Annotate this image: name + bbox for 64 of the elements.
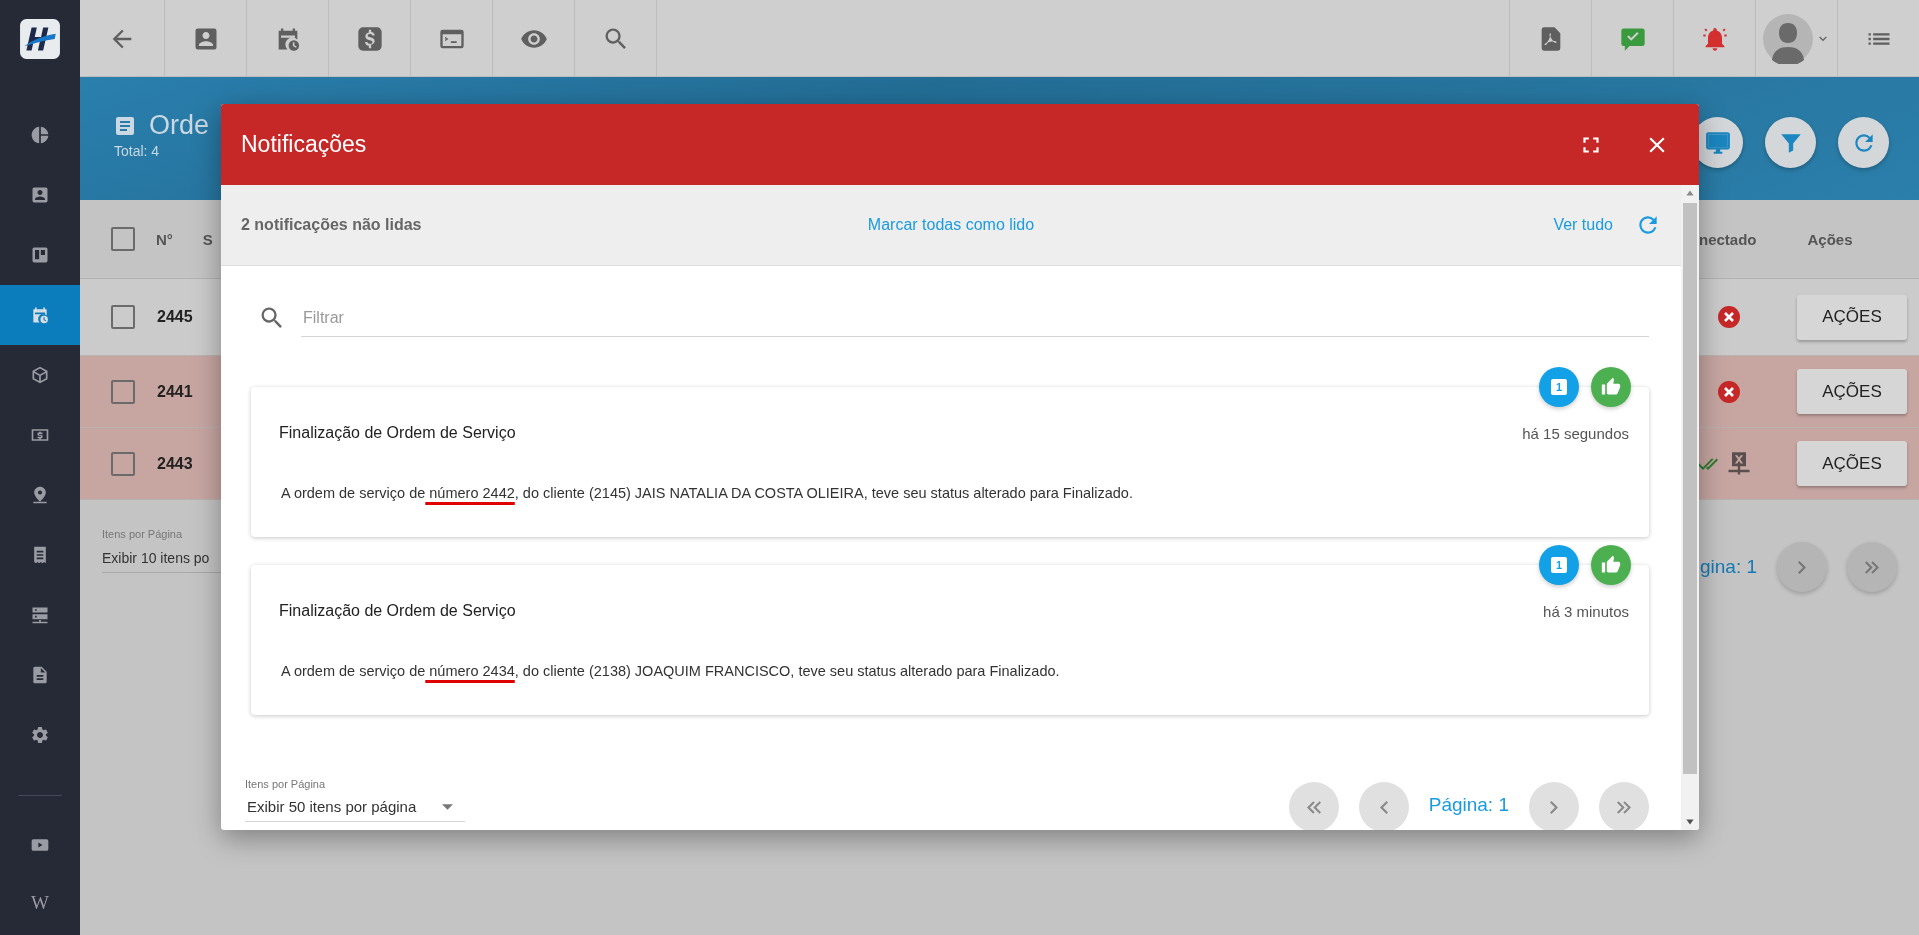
thumbs-up-icon <box>1601 377 1621 397</box>
per-page-select[interactable]: Exibir 50 itens por página <box>245 798 465 822</box>
last-page-button[interactable] <box>1599 782 1649 830</box>
unread-count: 2 notificações não lidas <box>241 216 423 234</box>
logo-icon[interactable] <box>19 17 61 60</box>
refresh-button[interactable] <box>1838 117 1889 168</box>
scrollbar[interactable] <box>1681 185 1699 830</box>
order-number: 2443 <box>157 454 193 473</box>
field-label: Itens por Página <box>102 528 184 540</box>
chevron-right-icon <box>1550 800 1558 814</box>
notification-title: Finalização de Ordem de Serviço <box>279 424 516 442</box>
actions-button[interactable]: AÇÕES <box>1797 294 1907 340</box>
error-icon <box>1717 379 1741 404</box>
monitor-icon <box>1704 129 1731 156</box>
scrollbar-thumb[interactable] <box>1683 203 1697 774</box>
like-button[interactable] <box>1591 367 1631 407</box>
notification-message: A ordem de serviço de número 2442, do cliente (2145) JAIS NATALIA DA COSTA OLIEIRA, teve seu status alterado para Finalizado. <box>281 485 1133 503</box>
server-icon <box>30 605 50 625</box>
pie-chart-icon <box>30 125 50 145</box>
calendar-clock-icon <box>30 305 50 325</box>
row-checkbox[interactable] <box>111 379 135 404</box>
page-indicator: Página: 1 <box>1428 794 1509 816</box>
double-chevron-right-icon <box>1865 560 1880 574</box>
column-header: Ações <box>1807 230 1853 248</box>
page-title: Orde <box>149 110 210 141</box>
notification-title: Finalização de Ordem de Serviço <box>279 602 516 620</box>
thumbs-up-icon <box>1601 555 1621 575</box>
total-count: Total: 4 <box>114 143 161 159</box>
order-number: 2445 <box>157 308 193 326</box>
sidebar-item[interactable] <box>0 285 80 345</box>
row-checkbox[interactable] <box>111 305 135 329</box>
notification-time: há 3 minutos <box>1543 602 1629 620</box>
field-label: Itens por Página <box>245 778 327 790</box>
chevron-left-icon <box>1379 800 1388 814</box>
select-all-checkbox[interactable] <box>111 227 135 251</box>
notification-message: A ordem de serviço de número 2434, do cliente (2138) JOAQUIM FRANCISCO, teve seu status alterado para Finalizado. <box>281 663 1060 681</box>
double-chevron-right-icon <box>1617 800 1631 814</box>
sidebar-item[interactable]: W <box>0 874 80 932</box>
avatar-icon <box>1762 13 1813 64</box>
last-page-button[interactable] <box>1847 542 1898 592</box>
chevron-right-icon <box>1798 560 1807 574</box>
document-icon <box>30 665 50 685</box>
column-header: S <box>202 230 213 248</box>
actions-button[interactable]: AÇÕES <box>1797 369 1907 414</box>
board-icon <box>30 245 50 265</box>
actions-button[interactable]: AÇÕES <box>1797 441 1907 486</box>
settings-icon <box>30 725 50 745</box>
first-page-button[interactable] <box>1288 782 1339 830</box>
contact-card-icon <box>30 185 50 205</box>
cube-icon <box>30 365 50 385</box>
column-header: nectado <box>1699 230 1757 248</box>
dialog-title: Notificações <box>241 131 367 158</box>
error-icon <box>1717 305 1741 329</box>
notification-time: há 15 segundos <box>1522 424 1629 442</box>
like-button[interactable] <box>1591 545 1631 585</box>
dropdown-arrow-icon <box>442 803 453 810</box>
order-number: 2441 <box>157 382 193 401</box>
double-chevron-left-icon <box>1306 800 1321 814</box>
location-pin-icon <box>30 485 50 505</box>
column-header: N° <box>156 230 173 248</box>
page-indicator: gina: 1 <box>1700 556 1758 578</box>
row-checkbox[interactable] <box>111 451 135 476</box>
filter-button[interactable] <box>1765 117 1816 168</box>
dollar-icon <box>355 24 384 53</box>
